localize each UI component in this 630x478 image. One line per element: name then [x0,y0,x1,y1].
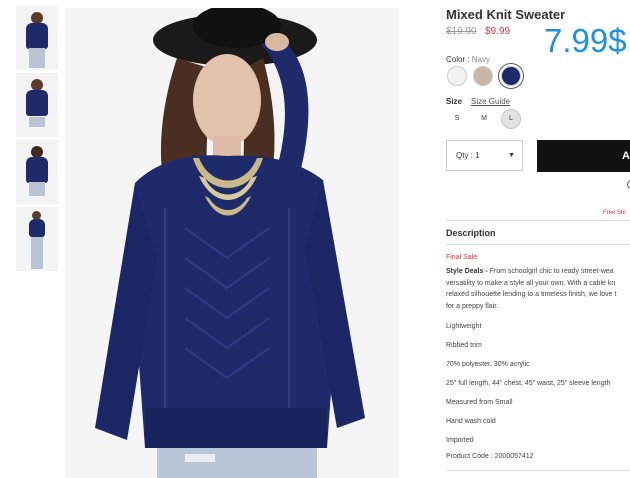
size-option-l[interactable]: L [501,109,521,129]
free-shipping-note: Free Shi [603,210,626,216]
sale-price: $9.99 [485,26,511,37]
divider [446,470,630,471]
original-price: $19.90 [446,26,477,37]
final-sale-label: Final Sale [446,254,478,261]
thumbnail-side[interactable] [16,73,58,137]
detail-item: Lightweight [446,323,482,330]
quantity-select[interactable]: Qty : 1 ▼ [446,140,523,171]
style-deals-paragraph: Style Deals - From schoolgirl chic to re… [446,266,630,312]
distressed-jeans [157,448,317,478]
detail-item: Measured from Small [446,399,513,406]
color-label: Color : Navy [446,55,490,64]
thumb-jeans [29,48,45,68]
chevron-down-icon: ▼ [508,152,515,159]
color-swatch-navy[interactable] [501,66,521,86]
add-to-bag-button[interactable]: A [537,140,630,172]
price-overlay: 7.99$ [544,22,627,59]
model-illustration [65,8,399,478]
color-swatch-white[interactable] [447,66,467,86]
style-deals-line: Style Deals - From schoolgirl chic to re… [446,266,630,278]
divider [446,220,630,221]
thumbnail-full[interactable] [16,207,58,271]
product-code: Product Code : 2000057412 [446,453,534,460]
color-label-text: Color : [446,55,470,64]
style-deals-text: From schoolgirl chic to ready street-wea [487,268,614,275]
product-title: Mixed Knit Sweater [446,7,566,22]
detail-item: Ribbed trim [446,342,482,349]
size-option-s[interactable]: S [447,109,467,129]
thumbnail-back[interactable] [16,140,58,204]
color-selected-value: Navy [471,55,491,64]
style-deals-lead: Style Deals - [446,268,488,275]
style-deals-line: relaxed silhouette lending to a timeless… [446,291,617,298]
style-deals-line: for a preppy flair. [446,302,499,310]
thumb-jeans [29,117,45,127]
thumbnail-strip [16,6,60,274]
jeans-rip [185,454,215,462]
detail-item: 25" full length, 44" chest, 45" waist, 2… [446,380,611,387]
detail-item: Imported [446,437,474,444]
color-swatch-oatmeal[interactable] [473,66,493,86]
thumb-sweater [26,157,48,183]
thumb-jeans [29,182,45,196]
style-deals-line: versatility to make a style all your own… [446,279,616,287]
description-heading[interactable]: Description [446,228,496,238]
size-label: Size [446,97,463,106]
thumb-sweater [29,219,45,237]
divider [446,244,630,245]
thumb-sweater [26,23,48,49]
ribbed-hem [145,408,327,448]
detail-item: Hand wash cold [446,418,496,425]
quantity-value: Qty : 1 [456,151,480,160]
face [193,54,261,146]
hand [265,33,289,51]
size-option-m[interactable]: M [474,109,494,129]
size-guide-link[interactable]: Size Guide [471,97,510,106]
main-product-image[interactable] [65,8,399,478]
detail-item: 70% polyester, 30% acrylic [446,361,530,368]
thumb-sweater [26,90,48,116]
thumbnail-front[interactable] [16,6,58,70]
thumb-jeans [31,237,43,269]
